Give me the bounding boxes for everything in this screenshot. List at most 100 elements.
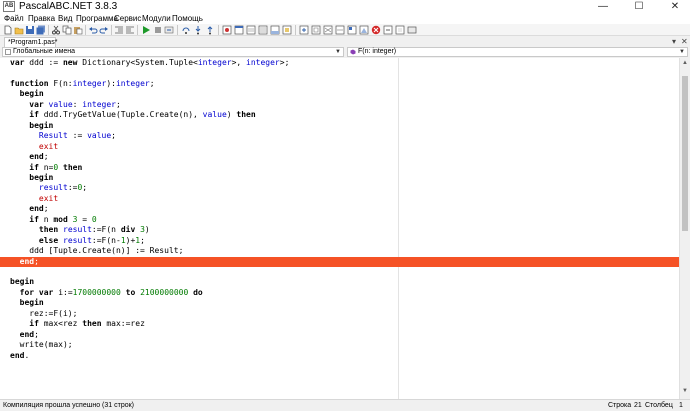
new-file-icon[interactable] (3, 25, 13, 35)
code-line[interactable]: Result := value; (0, 131, 679, 142)
minimize-button[interactable]: — (588, 0, 618, 14)
status-message: Компиляция прошла успешно (31 строк) (3, 402, 135, 409)
code-line[interactable]: var ddd := new Dictionary<System.Tuple<i… (0, 58, 679, 69)
code-line[interactable]: else result:=F(n-1)+1; (0, 236, 679, 247)
code-line[interactable]: exit (0, 142, 679, 153)
form-designer-icon[interactable] (347, 25, 357, 35)
code-line[interactable]: function F(n:integer):integer; (0, 79, 679, 90)
code-line[interactable] (0, 267, 679, 278)
scrollbar-thumb[interactable] (682, 76, 688, 231)
code-line[interactable]: write(max); (0, 340, 679, 351)
column-label: Столбец (645, 402, 673, 409)
redo-icon[interactable] (99, 25, 109, 35)
save-all-icon[interactable] (36, 25, 46, 35)
code-line[interactable]: begin (0, 277, 679, 288)
output-icon[interactable] (270, 25, 280, 35)
code-line[interactable]: result:=0; (0, 183, 679, 194)
code-line[interactable]: begin (0, 121, 679, 132)
code-line[interactable]: if n=0 then (0, 163, 679, 174)
scroll-down-icon[interactable]: ▼ (682, 388, 688, 394)
watch-icon[interactable] (246, 25, 256, 35)
scroll-up-icon[interactable]: ▲ (682, 60, 688, 66)
output-icon[interactable] (335, 25, 345, 35)
code-token: exit (38, 141, 59, 151)
indent-icon[interactable] (114, 25, 124, 35)
locals-icon[interactable] (323, 25, 333, 35)
menu-view[interactable]: Вид (58, 14, 72, 24)
menu-edit[interactable]: Правка (28, 14, 55, 24)
open-folder-icon[interactable] (14, 25, 24, 35)
code-line[interactable]: begin (0, 173, 679, 184)
run-icon[interactable] (141, 25, 151, 35)
maximize-button[interactable]: ☐ (624, 0, 654, 14)
code-token: exit (38, 193, 59, 203)
vertical-scrollbar[interactable]: ▲ ▼ (679, 58, 690, 399)
save-icon[interactable] (25, 25, 35, 35)
code-line[interactable]: ddd [Tuple.Create(n)] := Result; (0, 246, 679, 257)
code-line[interactable]: begin (0, 298, 679, 309)
cut-icon[interactable] (51, 25, 61, 35)
close-program-icon[interactable] (371, 25, 381, 35)
code-token: n (38, 214, 54, 224)
code-line[interactable]: end; (0, 330, 679, 341)
paste-icon[interactable] (73, 25, 83, 35)
menu-file[interactable]: Файл (4, 14, 24, 24)
member-combo[interactable]: F(n: integer) ▼ (347, 47, 688, 57)
code-token: max<rez (38, 319, 83, 329)
code-line[interactable]: if n mod 3 = 0 (0, 215, 679, 226)
menu-help[interactable]: Помощь (172, 14, 203, 24)
copy-icon[interactable] (62, 25, 72, 35)
code-token: var (38, 287, 54, 297)
code-line-highlighted[interactable]: end; (0, 256, 679, 268)
form-designer-icon[interactable] (282, 25, 292, 35)
help-icon[interactable] (395, 25, 405, 35)
debug-window-icon[interactable] (234, 25, 244, 35)
code-line[interactable]: end; (0, 152, 679, 163)
code-line[interactable]: then result:=F(n div 3) (0, 225, 679, 236)
code-token: if (29, 319, 39, 329)
code-token: ): (106, 78, 116, 88)
code-line[interactable]: end; (0, 204, 679, 215)
code-token: 1700000000 (72, 287, 121, 297)
code-token: ; (140, 235, 145, 245)
code-line[interactable]: rez:=F(i); (0, 309, 679, 320)
scope-combo[interactable]: Глобальные имена ▼ (2, 47, 344, 57)
undo-icon[interactable] (88, 25, 98, 35)
debug-window-icon[interactable] (359, 25, 369, 35)
breakpoint-icon[interactable] (222, 25, 232, 35)
menu-service[interactable]: Сервис (114, 14, 141, 24)
close-tab-icon[interactable]: ✕ (681, 37, 688, 47)
compile-icon[interactable] (164, 25, 174, 35)
menu-modules[interactable]: Модули (142, 14, 171, 24)
close-window-button[interactable]: ✕ (660, 0, 690, 14)
step-over-icon[interactable] (181, 25, 191, 35)
code-line[interactable]: var value: integer; (0, 100, 679, 111)
step-over-icon[interactable] (383, 25, 393, 35)
code-line[interactable]: end. (0, 351, 679, 362)
code-line[interactable]: if max<rez then max:=rez (0, 319, 679, 330)
step-into-icon[interactable] (193, 25, 203, 35)
code-line[interactable]: begin (0, 89, 679, 100)
watch-icon[interactable] (311, 25, 321, 35)
menu-program[interactable]: Программа (76, 14, 118, 24)
code-editor[interactable]: var ddd := new Dictionary<System.Tuple<i… (0, 58, 679, 399)
code-line[interactable]: for var i:=1700000000 to 2100000000 do (0, 288, 679, 299)
stop-icon[interactable] (153, 25, 163, 35)
module-icon[interactable] (407, 25, 417, 35)
outdent-icon[interactable] (125, 25, 135, 35)
module-icon[interactable] (299, 25, 309, 35)
toolbar (0, 24, 690, 36)
locals-icon[interactable] (258, 25, 268, 35)
code-token: rez:=F(i); (10, 308, 78, 318)
tab-program1[interactable]: *Program1.pas* (4, 37, 57, 47)
step-out-icon[interactable] (205, 25, 215, 35)
tab-list-dropdown-icon[interactable]: ▾ (672, 37, 676, 47)
code-line[interactable] (0, 68, 679, 79)
code-line[interactable]: exit (0, 194, 679, 205)
app-icon: AB (3, 1, 15, 12)
code-line[interactable]: if ddd.TryGetValue(Tuple.Create(n), valu… (0, 110, 679, 121)
